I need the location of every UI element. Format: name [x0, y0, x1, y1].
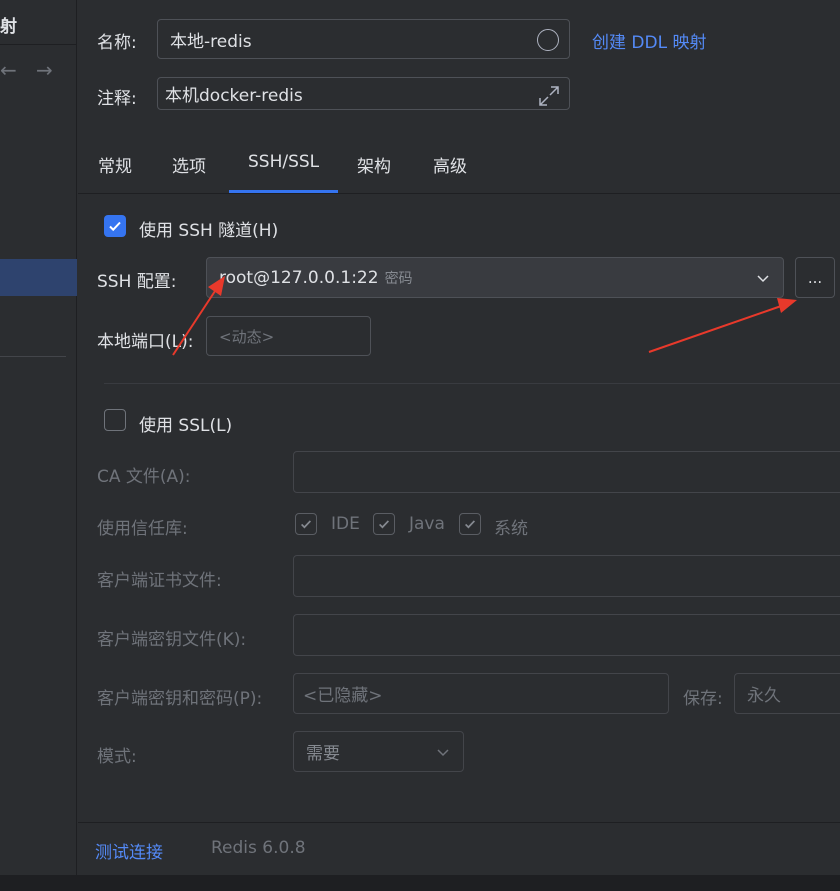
tab-advanced[interactable]: 高级 [433, 152, 467, 177]
client-cert-label: 客户端证书文件: [97, 571, 222, 591]
bottom-strip [0, 875, 840, 891]
back-arrow-icon[interactable]: ← [0, 58, 17, 82]
comment-label: 注释: [97, 89, 137, 109]
comment-input[interactable]: 本机docker-redis [157, 77, 570, 110]
tab-ssh-ssl[interactable]: SSH/SSL [248, 152, 319, 172]
left-panel-title: 射 [0, 17, 17, 37]
left-panel: 射 ← → [0, 0, 77, 875]
mode-select[interactable]: 需要 [293, 731, 464, 772]
client-key-label: 客户端密钥文件(K): [97, 630, 247, 650]
ssh-config-more-button[interactable]: ... [795, 257, 835, 298]
check-icon [109, 221, 121, 232]
datasource-settings-panel: 名称: 本地-redis 创建 DDL 映射 注释: 本机docker-redi… [78, 0, 840, 875]
ca-file-input[interactable] [293, 451, 840, 493]
mode-label: 模式: [97, 747, 137, 767]
name-input-value: 本地-redis [170, 31, 252, 52]
test-connection-link[interactable]: 测试连接 [95, 838, 163, 863]
client-key-password-input[interactable]: <已隐藏> [293, 673, 669, 714]
save-policy-value: 永久 [747, 686, 781, 706]
save-policy-select[interactable]: 永久 [734, 673, 840, 714]
tab-options[interactable]: 选项 [172, 152, 206, 177]
check-icon [301, 520, 312, 529]
ssh-config-select[interactable]: root@127.0.0.1:22 密码 [206, 257, 784, 298]
color-circle-icon[interactable] [537, 29, 559, 51]
use-ssl-label[interactable]: 使用 SSL(L) [139, 411, 232, 436]
truststore-system-label: 系统 [494, 519, 528, 539]
local-port-input[interactable]: <动态> [206, 316, 371, 356]
comment-input-value: 本机docker-redis [165, 86, 303, 106]
check-icon [465, 520, 476, 529]
footer-divider [78, 822, 840, 823]
expand-icon[interactable] [537, 84, 561, 108]
left-panel-separator [0, 356, 66, 357]
section-separator [104, 383, 840, 384]
selected-datasource-item[interactable] [0, 259, 77, 296]
truststore-java-label: Java [409, 514, 445, 534]
client-key-password-value: <已隐藏> [303, 686, 383, 706]
client-cert-input[interactable] [293, 555, 840, 597]
local-port-placeholder: <动态> [219, 327, 275, 346]
chevron-down-icon [437, 749, 449, 757]
truststore-system-checkbox[interactable] [459, 513, 481, 535]
name-input[interactable]: 本地-redis [157, 19, 570, 59]
name-label: 名称: [97, 33, 137, 53]
create-ddl-mapping-link[interactable]: 创建 DDL 映射 [592, 28, 706, 53]
forward-arrow-icon[interactable]: → [36, 58, 53, 82]
tab-schemas[interactable]: 架构 [357, 152, 391, 177]
truststore-ide-label: IDE [331, 514, 360, 534]
client-key-password-label: 客户端密钥和密码(P): [97, 689, 263, 709]
driver-version-label: Redis 6.0.8 [211, 838, 306, 858]
left-panel-divider [0, 44, 77, 45]
mode-value: 需要 [306, 744, 340, 764]
ssh-config-label: SSH 配置: [97, 272, 177, 292]
client-key-input[interactable] [293, 614, 840, 656]
truststore-java-checkbox[interactable] [373, 513, 395, 535]
check-icon [379, 520, 390, 529]
local-port-label: 本地端口(L): [97, 332, 194, 352]
chevron-down-icon [757, 275, 769, 283]
ca-file-label: CA 文件(A): [97, 467, 191, 487]
ssh-config-auth: 密码 [384, 270, 413, 287]
save-label: 保存: [683, 689, 723, 709]
tab-general[interactable]: 常规 [98, 152, 132, 177]
use-ssl-checkbox[interactable] [104, 409, 126, 431]
use-ssh-label[interactable]: 使用 SSH 隧道(H) [139, 216, 278, 241]
truststore-label: 使用信任库: [97, 519, 188, 539]
truststore-ide-checkbox[interactable] [295, 513, 317, 535]
use-ssh-checkbox[interactable] [104, 215, 126, 237]
ssh-config-value: root@127.0.0.1:22 [219, 267, 379, 288]
